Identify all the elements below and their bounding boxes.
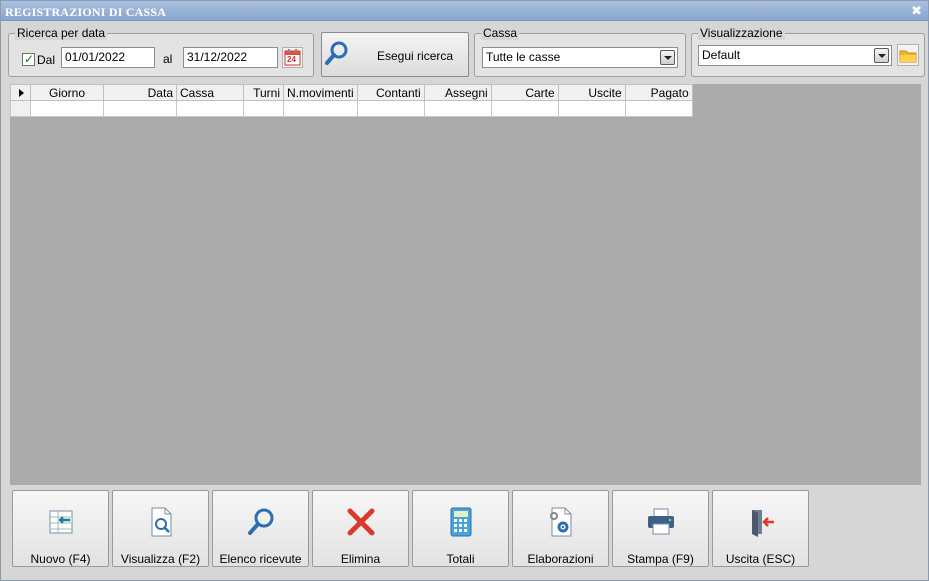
from-date-checkbox[interactable]: ✓ bbox=[22, 52, 35, 66]
table-cell[interactable] bbox=[423, 100, 492, 117]
row-selector-header bbox=[10, 84, 31, 101]
chevron-down-icon[interactable] bbox=[874, 48, 889, 63]
date-search-group-label: Ricerca per data bbox=[15, 26, 108, 40]
receipts-list-button[interactable]: Elenco ricevute bbox=[212, 490, 309, 567]
search-icon bbox=[325, 41, 348, 65]
to-date-label: al bbox=[163, 52, 173, 66]
run-search-label: Esegui ricerca bbox=[377, 49, 454, 63]
totals-button[interactable]: Totali bbox=[412, 490, 509, 567]
totals-button-label: Totali bbox=[446, 552, 475, 566]
column-header-n-movimenti[interactable]: N.movimenti bbox=[283, 84, 358, 101]
view-button[interactable]: Visualizza (F2) bbox=[112, 490, 209, 567]
chevron-down-icon[interactable] bbox=[660, 50, 675, 65]
calendar-day: 24 bbox=[287, 55, 296, 64]
date-search-group: Ricerca per data ✓ Dal 01/01/2022 al 31/… bbox=[8, 26, 314, 77]
view-select[interactable]: Default bbox=[698, 45, 892, 66]
table-row[interactable] bbox=[10, 100, 693, 117]
row-selector-cell[interactable] bbox=[10, 100, 31, 117]
run-search-button[interactable]: Esegui ricerca bbox=[321, 32, 469, 77]
view-button-label: Visualizza (F2) bbox=[120, 552, 201, 566]
cassa-group-label: Cassa bbox=[481, 26, 520, 40]
column-header-carte[interactable]: Carte bbox=[490, 84, 559, 101]
bottom-toolbar: Nuovo (F4) Visualizza (F2) Elenco ricevu… bbox=[10, 487, 921, 571]
from-date-label: Dal bbox=[37, 53, 56, 67]
column-header-cassa[interactable]: Cassa bbox=[176, 84, 244, 101]
view-group-label: Visualizzazione bbox=[698, 26, 785, 40]
row-pointer-icon bbox=[18, 88, 24, 97]
new-button-label: Nuovo (F4) bbox=[30, 552, 91, 566]
calendar-button[interactable]: 24 bbox=[282, 47, 303, 68]
to-date-input[interactable]: 31/12/2022 bbox=[183, 47, 278, 68]
print-button-label: Stampa (F9) bbox=[627, 552, 694, 566]
view-group: Visualizzazione Default bbox=[691, 26, 925, 77]
processing-button[interactable]: Elaborazioni bbox=[512, 490, 609, 567]
folder-icon bbox=[899, 50, 917, 63]
calculator-icon bbox=[450, 507, 472, 537]
close-icon[interactable]: ✖ bbox=[911, 4, 922, 17]
print-button[interactable]: Stampa (F9) bbox=[612, 490, 709, 567]
process-document-icon bbox=[550, 507, 572, 537]
cassa-group: Cassa Tutte le casse bbox=[474, 26, 686, 77]
check-mark-icon: ✓ bbox=[24, 52, 35, 66]
new-button[interactable]: Nuovo (F4) bbox=[12, 490, 109, 567]
table-cell[interactable] bbox=[176, 100, 244, 117]
grid-area: Giorno Data Cassa Turni N.movimenti Cont… bbox=[10, 84, 921, 485]
delete-button[interactable]: Elimina bbox=[312, 490, 409, 567]
table-cell[interactable] bbox=[283, 100, 358, 117]
table-cell[interactable] bbox=[356, 100, 425, 117]
cash-register-grid: Giorno Data Cassa Turni N.movimenti Cont… bbox=[10, 84, 693, 117]
table-cell[interactable] bbox=[103, 100, 177, 117]
open-folder-button[interactable] bbox=[897, 44, 919, 66]
cassa-select-value: Tutte le casse bbox=[486, 50, 561, 64]
receipts-list-button-label: Elenco ricevute bbox=[219, 552, 302, 566]
delete-icon bbox=[347, 508, 375, 536]
exit-button-label: Uscita (ESC) bbox=[725, 552, 796, 566]
column-header-assegni[interactable]: Assegni bbox=[423, 84, 492, 101]
search-icon bbox=[248, 508, 274, 535]
table-cell[interactable] bbox=[624, 100, 693, 117]
table-cell[interactable] bbox=[243, 100, 284, 117]
column-header-contanti[interactable]: Contanti bbox=[356, 84, 425, 101]
exit-button[interactable]: Uscita (ESC) bbox=[712, 490, 809, 567]
table-cell[interactable] bbox=[557, 100, 626, 117]
column-header-uscite[interactable]: Uscite bbox=[557, 84, 626, 101]
new-record-icon bbox=[49, 510, 73, 534]
column-header-data[interactable]: Data bbox=[103, 84, 177, 101]
title-bar: REGISTRAZIONI DI CASSA ✖ bbox=[1, 1, 928, 21]
table-cell[interactable] bbox=[490, 100, 559, 117]
view-document-icon bbox=[151, 507, 172, 537]
view-select-value: Default bbox=[702, 48, 741, 62]
main-window: REGISTRAZIONI DI CASSA ✖ Ricerca per dat… bbox=[0, 0, 929, 581]
window-title: REGISTRAZIONI DI CASSA bbox=[5, 5, 167, 19]
table-cell[interactable] bbox=[30, 100, 104, 117]
printer-icon bbox=[648, 508, 674, 535]
column-header-giorno[interactable]: Giorno bbox=[30, 84, 104, 101]
column-header-pagato[interactable]: Pagato bbox=[624, 84, 693, 101]
exit-door-icon bbox=[752, 510, 774, 537]
processing-button-label: Elaborazioni bbox=[527, 552, 594, 566]
column-header-turni[interactable]: Turni bbox=[243, 84, 284, 101]
from-date-input[interactable]: 01/01/2022 bbox=[61, 47, 155, 68]
delete-button-label: Elimina bbox=[340, 552, 381, 566]
cassa-select[interactable]: Tutte le casse bbox=[482, 47, 678, 68]
